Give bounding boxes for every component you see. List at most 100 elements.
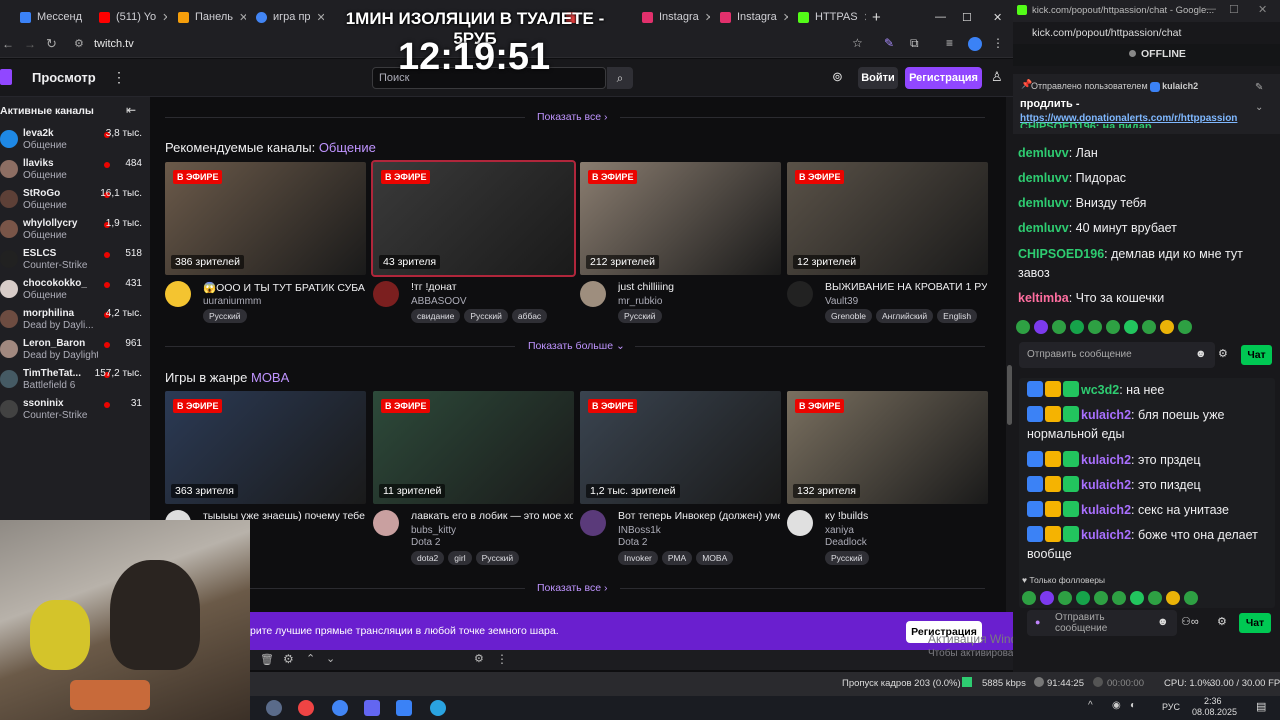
stream-thumbnail[interactable]: В ЭФИРЕ 12 зрителей (787, 162, 988, 275)
emote-icon[interactable] (1040, 591, 1054, 605)
streamer-name[interactable]: ABBASOOV (411, 296, 467, 307)
stream-thumbnail[interactable]: В ЭФИРЕ 11 зрителей (373, 391, 574, 504)
stream-tag[interactable]: Английский (875, 309, 934, 323)
profile-avatar[interactable] (968, 37, 982, 51)
chat-username[interactable]: kulaich2 (1081, 408, 1131, 422)
new-tab-button[interactable]: + (872, 7, 881, 27)
twitch-logo-icon[interactable] (0, 69, 12, 85)
stream-title[interactable]: Вот теперь Инвокер (должен) уме... (618, 510, 780, 522)
close-icon[interactable]: ✕ (864, 11, 866, 24)
category-link[interactable]: MOBA (251, 370, 289, 385)
chat-username[interactable]: demluvv (1018, 196, 1069, 210)
browser-tab[interactable]: Instagra ✕ (642, 7, 710, 27)
stream-tag[interactable]: English (937, 309, 978, 323)
stream-tag[interactable]: Русский (825, 551, 869, 565)
stream-tag[interactable]: dota2 (411, 551, 445, 565)
chat-input[interactable]: Отправить сообщение ☻ (1019, 342, 1215, 368)
streamer-name[interactable]: uuraniummm (203, 296, 261, 307)
streamer-name[interactable]: INBoss1k (618, 525, 661, 536)
signup-button[interactable]: Регистрация (905, 67, 982, 89)
stream-game[interactable]: Dota 2 (618, 537, 647, 548)
streamer-name[interactable]: Vault39 (825, 296, 858, 307)
emote-icon[interactable] (1112, 591, 1126, 605)
collapse-sidebar-icon[interactable]: ⇤ (126, 103, 136, 117)
streamer-name[interactable]: bubs_kitty (411, 525, 456, 536)
emote-icon[interactable] (1178, 320, 1192, 334)
browser-tab[interactable]: Instagra ✕ (720, 7, 788, 27)
emote-icon[interactable] (1058, 591, 1072, 605)
browser-tab[interactable]: HTTPAS✕ (798, 7, 866, 27)
user-icon[interactable]: ♙ (991, 69, 1003, 85)
chevron-down-icon[interactable]: ⌄ (326, 652, 335, 665)
emote-icon[interactable] (1094, 591, 1108, 605)
notifications-icon[interactable]: ▤ (1256, 700, 1266, 713)
scrollbar-thumb[interactable] (1007, 365, 1012, 425)
chart-app-icon[interactable] (396, 700, 412, 716)
emote-icon[interactable] (1148, 591, 1162, 605)
streamer-avatar[interactable] (580, 510, 606, 536)
volume-icon[interactable]: ◐ (1130, 700, 1136, 711)
minimize-icon[interactable]: — (935, 7, 946, 27)
stream-title[interactable]: !тг !донат (411, 281, 573, 293)
chat-username[interactable]: wc3d2 (1081, 383, 1119, 397)
stream-thumbnail[interactable]: В ЭФИРЕ 1,2 тыс. зрителей (580, 391, 781, 504)
menu-icon[interactable]: ⋮ (992, 36, 1004, 50)
chat-username[interactable]: kulaich2 (1081, 453, 1131, 467)
sidebar-channel[interactable]: morphilina Dead by Dayli... 4,2 тыс. (0, 306, 150, 336)
stream-thumbnail[interactable]: В ЭФИРЕ 132 зрителя (787, 391, 988, 504)
stream-title[interactable]: just chilliiing (618, 281, 780, 293)
stream-tag[interactable]: свидание (411, 309, 461, 323)
close-window-icon[interactable]: ✕ (993, 7, 1002, 27)
extensions-icon[interactable]: ⧉ (910, 36, 919, 51)
emote-icon[interactable] (1022, 591, 1036, 605)
stream-title[interactable]: ку !builds (825, 510, 987, 522)
stream-card[interactable]: В ЭФИРЕ 132 зрителя ку !builds xaniya Deadlo… (787, 391, 988, 565)
gear-icon[interactable]: ⚙ (283, 652, 294, 666)
browser-tab[interactable]: (511) Yo ✕ (99, 7, 167, 27)
telegram-icon[interactable] (430, 700, 446, 716)
emote-icon[interactable] (1034, 320, 1048, 334)
emote-icon[interactable] (1130, 591, 1144, 605)
emote-icon[interactable] (1184, 591, 1198, 605)
stream-game[interactable]: Dota 2 (411, 537, 440, 548)
trash-icon[interactable]: 🗑 (260, 653, 274, 666)
stream-card[interactable]: В ЭФИРЕ 1,2 тыс. зрителей Вот теперь Инвок… (580, 391, 781, 565)
browser-tab[interactable]: игра пр ✕ (256, 7, 324, 27)
obs-icon[interactable] (298, 700, 314, 716)
forward-icon[interactable]: → (24, 37, 36, 51)
url-field[interactable]: twitch.tv (94, 38, 134, 50)
clock-date[interactable]: 08.08.2025 (1192, 707, 1237, 717)
maximize-icon[interactable]: ☐ (962, 7, 972, 27)
stream-card[interactable]: В ЭФИРЕ 212 зрителей just chilliiing mr_rub… (580, 162, 781, 330)
emote-icon[interactable] (1070, 320, 1084, 334)
chevron-up-icon[interactable]: ⌃ (306, 652, 315, 665)
emote-icon[interactable] (1160, 320, 1174, 334)
site-info-icon[interactable]: ⚙ (74, 37, 84, 50)
stream-tag[interactable]: Русский (203, 309, 247, 323)
streamer-name[interactable]: mr_rubkio (618, 296, 662, 307)
sidebar-channel[interactable]: StRoGo Общение 16,1 тыс. (0, 186, 150, 216)
chat-input-2[interactable]: ● Отправить сообщение ☻ (1027, 610, 1177, 636)
emoji-icon[interactable]: ☻ (1195, 348, 1207, 360)
sidebar-channel[interactable]: chocokokko_ Общение 431 (0, 276, 150, 306)
stream-tag[interactable]: Русский (618, 309, 662, 323)
show-more-link[interactable]: Показать больше ⌄ (528, 340, 625, 352)
streamer-name[interactable]: xaniya (825, 525, 854, 536)
streamer-avatar[interactable] (580, 281, 606, 307)
chat-username[interactable]: kulaich2 (1081, 503, 1131, 517)
language-indicator[interactable]: РУС (1162, 702, 1180, 712)
browser-tab[interactable]: Мессенд✕ (20, 7, 88, 27)
scrollbar[interactable] (1006, 97, 1013, 612)
close-icon[interactable]: ✕ (783, 11, 788, 24)
tray-chevron-icon[interactable]: ^ (1088, 700, 1093, 711)
close-icon[interactable]: ✕ (1258, 3, 1267, 16)
stream-tag[interactable]: Grenoble (825, 309, 872, 323)
streamer-avatar[interactable] (165, 281, 191, 307)
stream-tag[interactable]: Invoker (618, 551, 658, 565)
mic-icon[interactable]: ● (1035, 617, 1040, 627)
stream-tag[interactable]: Русский (464, 309, 508, 323)
taskbar-app-icon[interactable] (266, 700, 282, 716)
chat-send-button-2[interactable]: Чат (1239, 613, 1271, 633)
sidebar-channel[interactable]: ssoninix Counter-Strike 31 (0, 396, 150, 426)
stream-title[interactable]: ВЫЖИВАНИЕ НА КРОВАТИ 1 РУБЛ... (825, 281, 987, 293)
